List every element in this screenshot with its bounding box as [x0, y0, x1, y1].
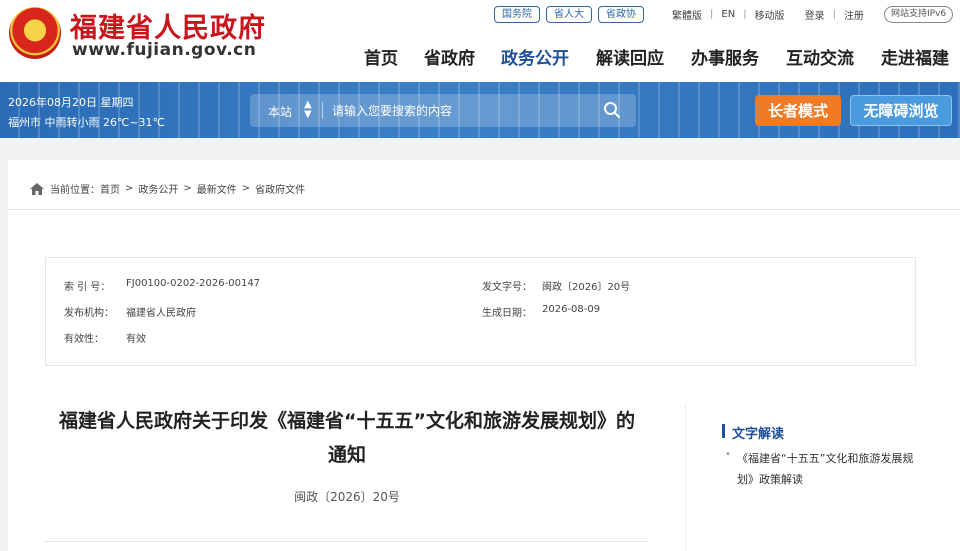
elder-mode-button[interactable]: 长者模式 [755, 95, 841, 126]
accessible-browse-button[interactable]: 无障碍浏览 [850, 95, 952, 126]
site-header: 福建省人民政府 www.fujian.gov.cn 国务院 省人大 省政协 繁體… [0, 0, 960, 82]
nav-gov-affairs-open[interactable]: 政务公开 [501, 44, 569, 69]
search-button[interactable] [602, 101, 622, 121]
english-link[interactable]: EN [721, 9, 735, 20]
divider: | [710, 9, 714, 20]
article-content: 当前位置： 首页 > 政务公开 > 最新文件 > 省政府文件 索 引 号： FJ… [8, 160, 960, 551]
index-number-label: 索 引 号： [64, 282, 111, 293]
breadcrumb-gov-affairs-open[interactable]: 政务公开 [138, 181, 178, 196]
index-number-value: FJ00100-0202-2026-00147 [126, 278, 261, 289]
breadcrumb-separator: > [125, 183, 134, 194]
nav-home[interactable]: 首页 [364, 44, 398, 69]
nav-interpretation[interactable]: 解读回应 [596, 44, 664, 69]
traditional-chinese-link[interactable]: 繁體版 [672, 7, 702, 22]
home-icon [30, 182, 44, 195]
nav-interaction[interactable]: 互动交流 [786, 44, 854, 69]
document-number-label: 发文字号： [482, 282, 532, 293]
divider [8, 209, 960, 210]
breadcrumb-separator: > [183, 183, 192, 194]
top-link-provincial-congress[interactable]: 省人大 [546, 6, 592, 23]
nav-services[interactable]: 办事服务 [691, 44, 759, 69]
sidebar-link-policy-interpretation[interactable]: 《福建省“十五五”文化和旅游发展规划》政策解读 [737, 448, 927, 490]
search-box: 本站 ▲ ▼ [250, 94, 636, 127]
top-links: 国务院 省人大 省政协 [494, 6, 644, 23]
document-number-value: 闽政〔2026〕20号 [542, 282, 631, 293]
divider [685, 404, 686, 551]
login-link[interactable]: 登录 [805, 7, 825, 22]
top-link-state-council[interactable]: 国务院 [494, 6, 540, 23]
search-banner: 2026年08月20日 星期四 福州市 中雨转小雨 26℃~31℃ 本站 ▲ ▼ … [0, 82, 960, 138]
nav-government[interactable]: 省政府 [424, 44, 475, 69]
created-date-label: 生成日期： [482, 308, 532, 319]
validity-label: 有效性： [64, 334, 104, 345]
divider [44, 541, 648, 542]
nav-about-fujian[interactable]: 走进福建 [881, 44, 949, 69]
divider: | [832, 9, 836, 20]
main-nav: 首页 省政府 政务公开 解读回应 办事服务 互动交流 走进福建 [0, 44, 960, 69]
register-link[interactable]: 注册 [844, 7, 864, 22]
breadcrumb-separator: > [241, 183, 251, 194]
breadcrumb: 当前位置： 首页 > 政务公开 > 最新文件 > 省政府文件 [30, 181, 305, 196]
validity-value: 有效 [126, 334, 146, 345]
divider: | [743, 9, 747, 20]
search-icon [604, 102, 620, 118]
document-metadata: 索 引 号： FJ00100-0202-2026-00147 发文字号： 闽政〔… [45, 257, 916, 366]
weather-info: 福州市 中雨转小雨 26℃~31℃ [8, 116, 165, 129]
utility-links: 繁體版 | EN | 移动版 登录 | 注册 [672, 7, 864, 22]
breadcrumb-gov-files[interactable]: 省政府文件 [255, 181, 305, 196]
sidebar-heading: 文字解读 [732, 427, 785, 442]
sort-arrows-icon[interactable]: ▲ ▼ [304, 100, 312, 120]
breadcrumb-latest-files[interactable]: 最新文件 [197, 181, 237, 196]
search-input[interactable] [332, 99, 582, 122]
breadcrumb-prefix: 当前位置： [50, 185, 100, 196]
search-scope-select[interactable]: 本站 [268, 103, 292, 120]
divider [322, 102, 323, 119]
document-title: 福建省人民政府关于印发《福建省“十五五”文化和旅游发展规划》的通知 [59, 410, 635, 466]
breadcrumb-home[interactable]: 首页 [100, 181, 120, 196]
mobile-link[interactable]: 移动版 [755, 7, 785, 22]
document-number: 闽政〔2026〕20号 [294, 490, 400, 504]
issuer-label: 发布机构： [64, 308, 114, 319]
created-date-value: 2026-08-09 [542, 304, 601, 315]
bullet-icon: • [725, 449, 731, 460]
ipv6-badge[interactable]: 网站支持IPv6 [884, 6, 954, 23]
top-link-cppcc[interactable]: 省政协 [598, 6, 644, 23]
issuer-value: 福建省人民政府 [126, 308, 196, 319]
current-date: 2026年08月20日 星期四 [8, 96, 134, 109]
